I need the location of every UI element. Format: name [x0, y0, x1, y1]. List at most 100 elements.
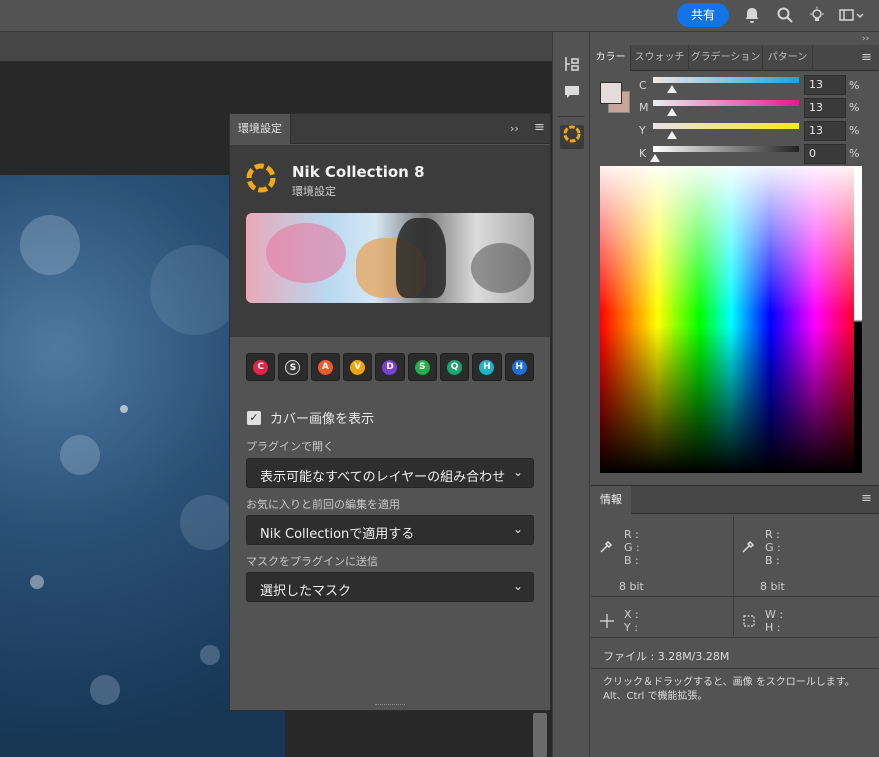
- search-icon[interactable]: [776, 6, 794, 24]
- share-button[interactable]: 共有: [677, 3, 729, 27]
- cyan-value[interactable]: 13: [804, 75, 846, 95]
- plugin-badge: A: [317, 359, 333, 375]
- plugin-button-sharpener[interactable]: S: [407, 353, 437, 381]
- tab-patterns[interactable]: パターン: [763, 45, 813, 71]
- panel-dock: [552, 32, 590, 757]
- percent-sign: %: [849, 79, 860, 92]
- mask-label: マスクをプラグインに送信: [246, 555, 378, 568]
- info-r-label: R :: [624, 528, 639, 541]
- eyedropper-icon: [741, 540, 755, 557]
- info-divider: [591, 637, 879, 638]
- tab-gradients[interactable]: グラデーション: [689, 45, 763, 71]
- comment-icon[interactable]: [560, 83, 584, 107]
- cover-image: [246, 213, 534, 303]
- plugin-badge: Q: [447, 359, 463, 375]
- cyan-slider[interactable]: [653, 77, 799, 83]
- info-g-label: G :: [624, 541, 640, 554]
- info-y-label: Y :: [624, 621, 638, 634]
- plugin-badge: S: [414, 359, 430, 375]
- tab-info[interactable]: 情報: [591, 486, 631, 514]
- open-with-label: プラグインで開く: [246, 440, 334, 453]
- open-with-select[interactable]: 表示可能なすべてのレイヤーの組み合わせ ⌄: [246, 458, 534, 488]
- bit-depth-left: 8 bit: [619, 580, 644, 593]
- foreground-color-swatch[interactable]: [600, 82, 622, 104]
- bell-icon[interactable]: [743, 6, 761, 24]
- black-label: K: [639, 147, 647, 160]
- plugin-badge: S: [285, 359, 301, 375]
- info-panel: 情報 ≡ R : G : B : 8 bit R : G : B : 8 bit…: [591, 485, 879, 757]
- document-tab-strip: [0, 32, 552, 62]
- plugin-button-color-efex[interactable]: C: [246, 353, 276, 381]
- crosshair-icon: [599, 613, 615, 632]
- percent-sign: %: [849, 101, 860, 114]
- magenta-value[interactable]: 13: [804, 98, 846, 118]
- magenta-slider-knob[interactable]: [667, 108, 677, 116]
- cover-image-label: カバー画像を表示: [270, 412, 375, 427]
- apply-label: お気に入りと前回の編集を適用: [246, 498, 400, 511]
- info-divider: [591, 596, 879, 597]
- plugin-button-perspective[interactable]: Q: [439, 353, 470, 381]
- plugin-button-analog-efex[interactable]: A: [310, 353, 340, 381]
- apply-select[interactable]: Nik Collectionで適用する ⌄: [246, 515, 534, 545]
- yellow-label: Y: [639, 124, 646, 137]
- panel-menu-icon[interactable]: ≡: [534, 120, 545, 135]
- percent-sign: %: [849, 124, 860, 137]
- select-value: Nik Collectionで適用する: [260, 527, 415, 542]
- percent-sign: %: [849, 147, 860, 160]
- mask-select[interactable]: 選択したマスク ⌄: [246, 572, 534, 602]
- plugin-launcher-row: C S A V D S Q H H: [246, 353, 534, 381]
- color-panel: カラー スウォッチ グラデーション パターン ≡ C 13 % M 13 % Y…: [591, 45, 879, 485]
- plugin-button-viveza[interactable]: V: [342, 353, 373, 381]
- black-slider[interactable]: [653, 146, 799, 152]
- nik-header: Nik Collection 8 環境設定: [230, 145, 550, 337]
- info-g-label: G :: [765, 541, 781, 554]
- select-value: 選択したマスク: [260, 584, 352, 599]
- plugin-button-silver-efex[interactable]: S: [278, 353, 308, 381]
- plugin-button-hdr-efex-2[interactable]: H: [504, 353, 534, 381]
- plugin-badge: C: [253, 359, 269, 375]
- eyedropper-icon: [599, 540, 613, 557]
- collapse-panels-icon[interactable]: ››: [862, 34, 869, 44]
- tab-preferences[interactable]: 環境設定: [230, 114, 291, 144]
- plugin-badge: D: [382, 359, 398, 375]
- color-spectrum[interactable]: [600, 166, 862, 473]
- info-h-label: H :: [765, 621, 781, 634]
- nik-logo-icon: [246, 163, 276, 193]
- workspace-switcher-icon[interactable]: [838, 6, 864, 24]
- color-panel-tabs: カラー スウォッチ グラデーション パターン ≡: [591, 45, 879, 71]
- cyan-slider-knob[interactable]: [667, 85, 677, 93]
- panel-menu-icon[interactable]: ≡: [861, 50, 872, 65]
- yellow-value[interactable]: 13: [804, 121, 846, 141]
- info-panel-tabs: 情報 ≡: [591, 486, 879, 514]
- cyan-label: C: [639, 79, 647, 92]
- dock-divider: [558, 116, 585, 117]
- info-x-label: X :: [624, 608, 639, 621]
- plugin-badge: H: [511, 359, 527, 375]
- resize-handle[interactable]: [375, 704, 405, 707]
- black-white-strip[interactable]: [854, 166, 862, 473]
- black-value[interactable]: 0: [804, 144, 846, 164]
- info-b-label: B :: [765, 554, 780, 567]
- nik-panel-tabbar: 環境設定 ›› ≡: [230, 114, 550, 144]
- chevron-down-icon: ⌄: [512, 465, 523, 479]
- plugin-button-hdr-efex[interactable]: H: [472, 353, 502, 381]
- tab-color[interactable]: カラー: [591, 45, 631, 71]
- tab-swatches[interactable]: スウォッチ: [631, 45, 689, 71]
- plugin-badge: V: [350, 359, 366, 375]
- yellow-slider[interactable]: [653, 123, 799, 129]
- magenta-slider[interactable]: [653, 100, 799, 106]
- bit-depth-right: 8 bit: [760, 580, 785, 593]
- expand-panel-icon[interactable]: ››: [510, 122, 519, 135]
- vertical-scrollbar[interactable]: [533, 713, 547, 757]
- info-divider: [591, 668, 879, 669]
- cover-image-checkbox[interactable]: ✓: [247, 411, 261, 425]
- yellow-slider-knob[interactable]: [667, 131, 677, 139]
- panel-menu-icon[interactable]: ≡: [861, 491, 872, 506]
- plugin-button-dfine[interactable]: D: [375, 353, 405, 381]
- history-icon[interactable]: [560, 54, 584, 78]
- lightbulb-icon[interactable]: [808, 6, 826, 24]
- black-slider-knob[interactable]: [650, 154, 660, 162]
- plugin-badge: H: [479, 359, 495, 375]
- nik-collection-icon[interactable]: [560, 125, 584, 149]
- info-b-label: B :: [624, 554, 639, 567]
